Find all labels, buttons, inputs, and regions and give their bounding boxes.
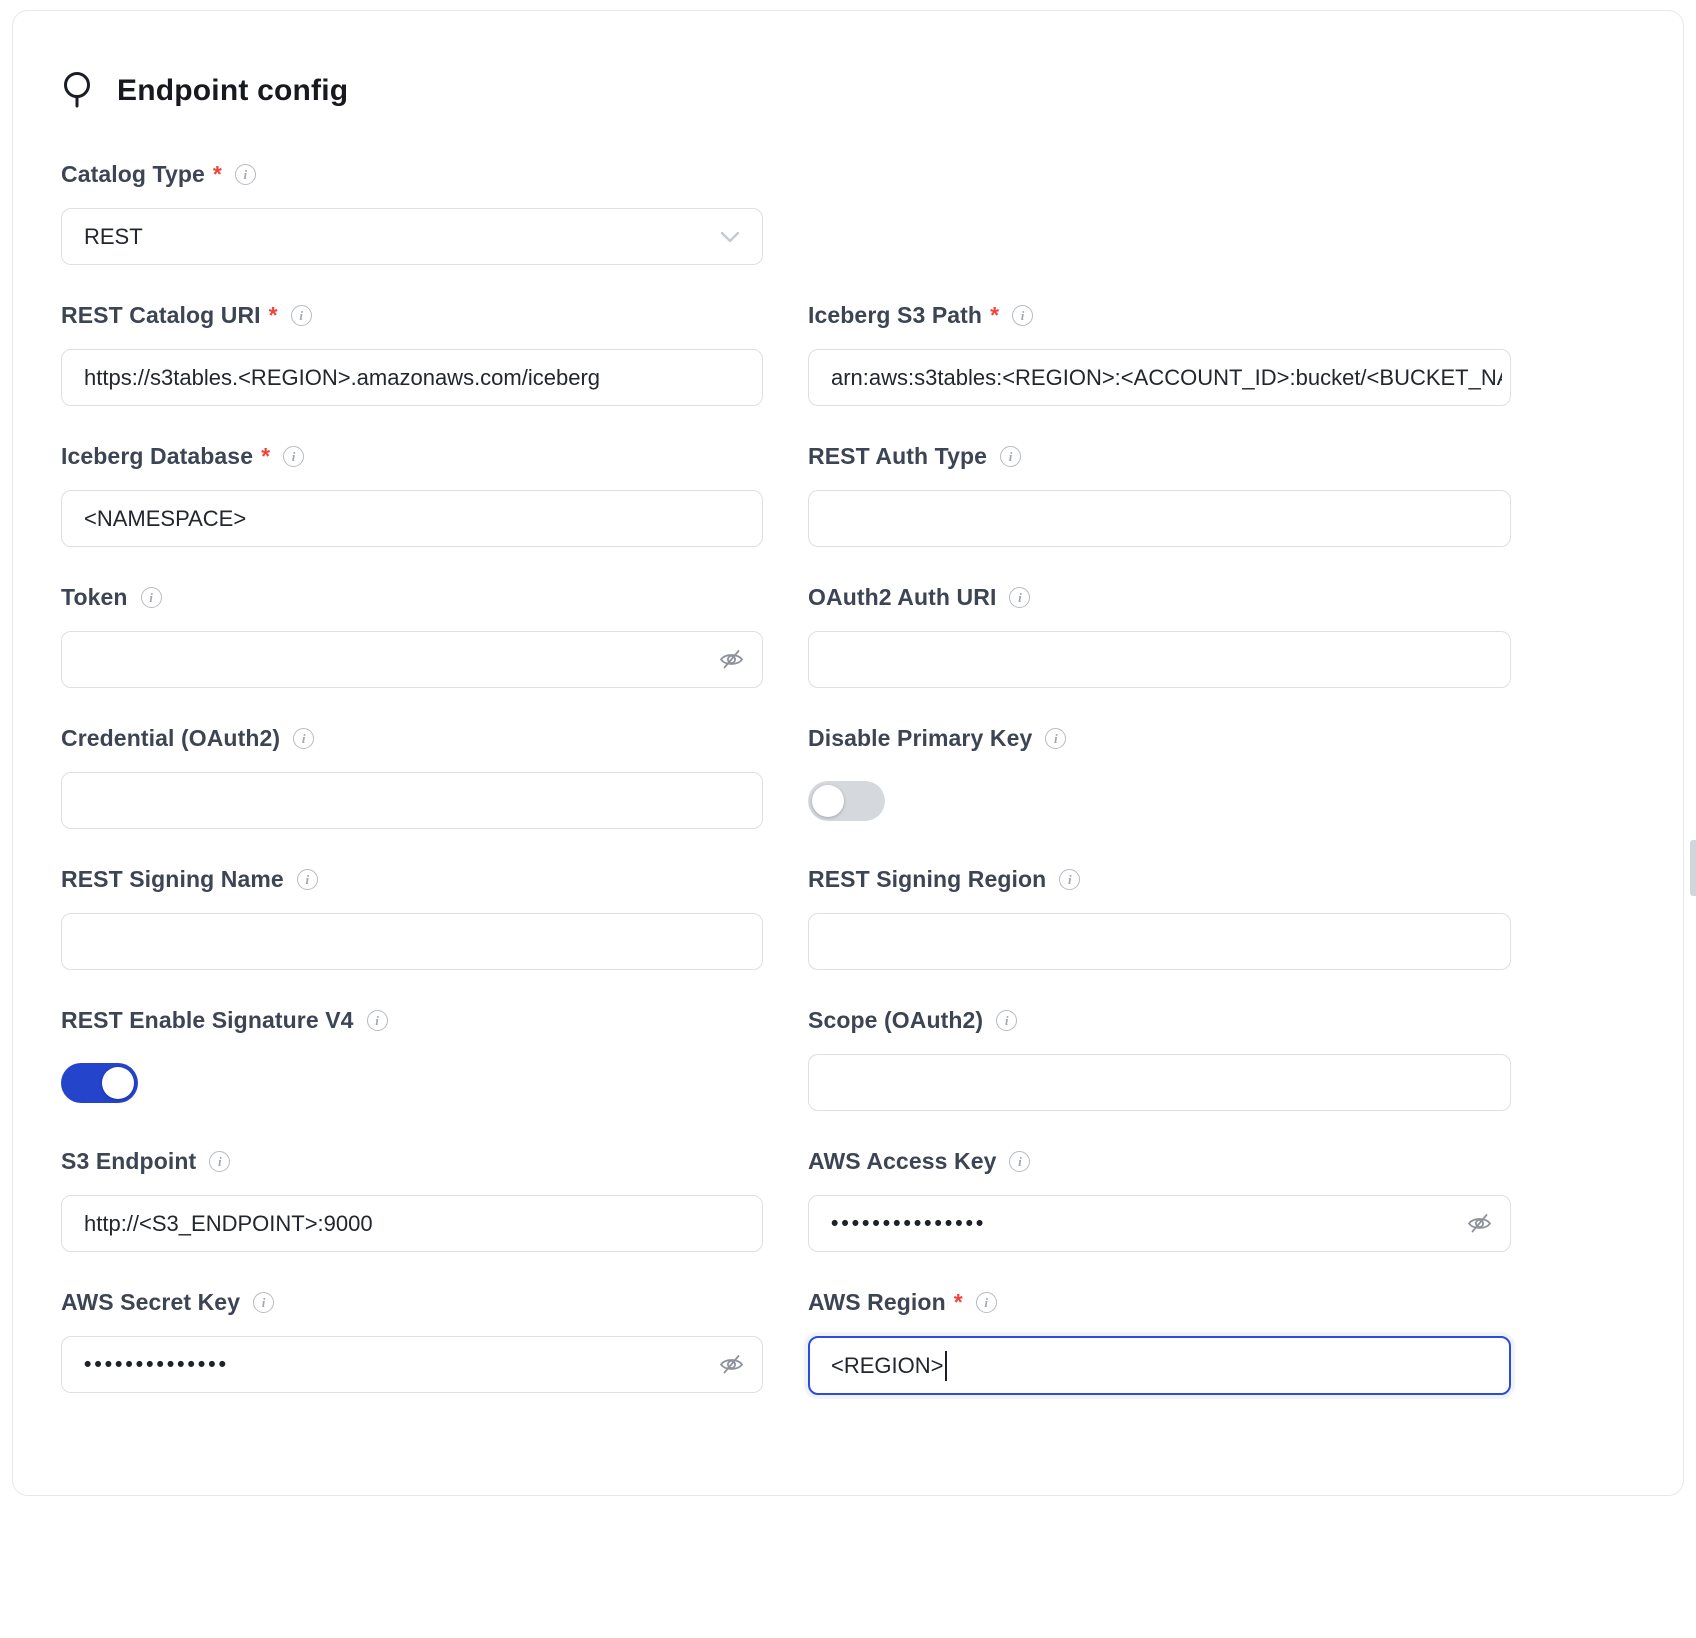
required-marker: * <box>990 302 999 329</box>
aws-region-input[interactable]: <REGION> <box>808 1336 1511 1395</box>
disable-primary-key-toggle[interactable] <box>808 781 885 821</box>
rest-enable-signature-v4-label: REST Enable Signature V4 <box>61 1007 354 1034</box>
field-catalog-type: Catalog Type * i REST <box>61 161 763 265</box>
required-marker: * <box>269 302 278 329</box>
field-rest-catalog-uri: REST Catalog URI * i <box>61 302 763 406</box>
info-icon[interactable]: i <box>297 869 318 890</box>
page-title: Endpoint config <box>117 74 348 108</box>
info-icon[interactable]: i <box>1045 728 1066 749</box>
rest-auth-type-input[interactable] <box>808 490 1511 547</box>
scope-oauth2-label: Scope (OAuth2) <box>808 1007 983 1034</box>
credential-oauth2-label: Credential (OAuth2) <box>61 725 280 752</box>
rest-signing-name-label: REST Signing Name <box>61 866 284 893</box>
field-iceberg-s3-path: Iceberg S3 Path * i <box>808 302 1511 406</box>
catalog-type-label: Catalog Type <box>61 161 205 188</box>
info-icon[interactable]: i <box>1012 305 1033 326</box>
aws-region-label: AWS Region <box>808 1289 946 1316</box>
eye-invisible-icon[interactable] <box>717 646 745 674</box>
iceberg-database-input[interactable] <box>61 490 763 547</box>
s3-endpoint-input[interactable] <box>61 1195 763 1252</box>
info-icon[interactable]: i <box>996 1010 1017 1031</box>
disable-primary-key-label: Disable Primary Key <box>808 725 1032 752</box>
text-cursor <box>945 1351 947 1381</box>
info-icon[interactable]: i <box>1000 446 1021 467</box>
iceberg-s3-path-label: Iceberg S3 Path <box>808 302 982 329</box>
required-marker: * <box>213 161 222 188</box>
oauth2-auth-uri-input[interactable] <box>808 631 1511 688</box>
credential-oauth2-input[interactable] <box>61 772 763 829</box>
info-icon[interactable]: i <box>1009 587 1030 608</box>
empty-cell <box>808 161 1511 265</box>
aws-secret-key-input[interactable] <box>61 1336 763 1393</box>
info-icon[interactable]: i <box>976 1292 997 1313</box>
field-scope-oauth2: Scope (OAuth2) i <box>808 1007 1511 1111</box>
info-icon[interactable]: i <box>253 1292 274 1313</box>
rest-signing-region-label: REST Signing Region <box>808 866 1046 893</box>
info-icon[interactable]: i <box>293 728 314 749</box>
info-icon[interactable]: i <box>141 587 162 608</box>
field-disable-primary-key: Disable Primary Key i <box>808 725 1511 829</box>
token-label: Token <box>61 584 128 611</box>
required-marker: * <box>261 443 270 470</box>
field-rest-auth-type: REST Auth Type i <box>808 443 1511 547</box>
field-iceberg-database: Iceberg Database * i <box>61 443 763 547</box>
info-icon[interactable]: i <box>1009 1151 1030 1172</box>
rest-catalog-uri-label: REST Catalog URI <box>61 302 261 329</box>
field-rest-enable-signature-v4: REST Enable Signature V4 i <box>61 1007 763 1111</box>
field-credential-oauth2: Credential (OAuth2) i <box>61 725 763 829</box>
iceberg-database-label: Iceberg Database <box>61 443 253 470</box>
endpoint-config-card: Endpoint config Catalog Type * i REST <box>12 10 1684 1496</box>
form-grid: Catalog Type * i REST REST Catalog URI *… <box>61 161 1509 1395</box>
info-icon[interactable]: i <box>1059 869 1080 890</box>
catalog-type-selected-value: REST <box>84 224 143 250</box>
rest-signing-name-input[interactable] <box>61 913 763 970</box>
info-icon[interactable]: i <box>235 164 256 185</box>
rest-signing-region-input[interactable] <box>808 913 1511 970</box>
field-rest-signing-region: REST Signing Region i <box>808 866 1511 970</box>
eye-invisible-icon[interactable] <box>717 1351 745 1379</box>
aws-region-value: <REGION> <box>831 1353 943 1379</box>
section-header: Endpoint config <box>61 69 1509 113</box>
rest-enable-signature-v4-toggle[interactable] <box>61 1063 138 1103</box>
required-marker: * <box>954 1289 963 1316</box>
field-token: Token i <box>61 584 763 688</box>
oauth2-auth-uri-label: OAuth2 Auth URI <box>808 584 996 611</box>
s3-endpoint-label: S3 Endpoint <box>61 1148 196 1175</box>
toggle-knob <box>812 785 844 817</box>
aws-access-key-label: AWS Access Key <box>808 1148 996 1175</box>
eye-invisible-icon[interactable] <box>1465 1210 1493 1238</box>
iceberg-s3-path-input[interactable] <box>808 349 1511 406</box>
info-icon[interactable]: i <box>209 1151 230 1172</box>
field-aws-access-key: AWS Access Key i <box>808 1148 1511 1252</box>
scrollbar-thumb[interactable] <box>1690 840 1696 896</box>
rest-catalog-uri-input[interactable] <box>61 349 763 406</box>
info-icon[interactable]: i <box>291 305 312 326</box>
pin-icon <box>61 69 95 113</box>
toggle-knob <box>102 1067 134 1099</box>
info-icon[interactable]: i <box>283 446 304 467</box>
rest-auth-type-label: REST Auth Type <box>808 443 987 470</box>
field-aws-secret-key: AWS Secret Key i <box>61 1289 763 1395</box>
token-input[interactable] <box>61 631 763 688</box>
info-icon[interactable]: i <box>367 1010 388 1031</box>
catalog-type-select[interactable]: REST <box>61 208 763 265</box>
field-aws-region: AWS Region * i <REGION> <box>808 1289 1511 1395</box>
chevron-down-icon <box>720 231 740 243</box>
aws-secret-key-label: AWS Secret Key <box>61 1289 240 1316</box>
aws-access-key-input[interactable] <box>808 1195 1511 1252</box>
field-oauth2-auth-uri: OAuth2 Auth URI i <box>808 584 1511 688</box>
field-s3-endpoint: S3 Endpoint i <box>61 1148 763 1252</box>
scope-oauth2-input[interactable] <box>808 1054 1511 1111</box>
field-rest-signing-name: REST Signing Name i <box>61 866 763 970</box>
